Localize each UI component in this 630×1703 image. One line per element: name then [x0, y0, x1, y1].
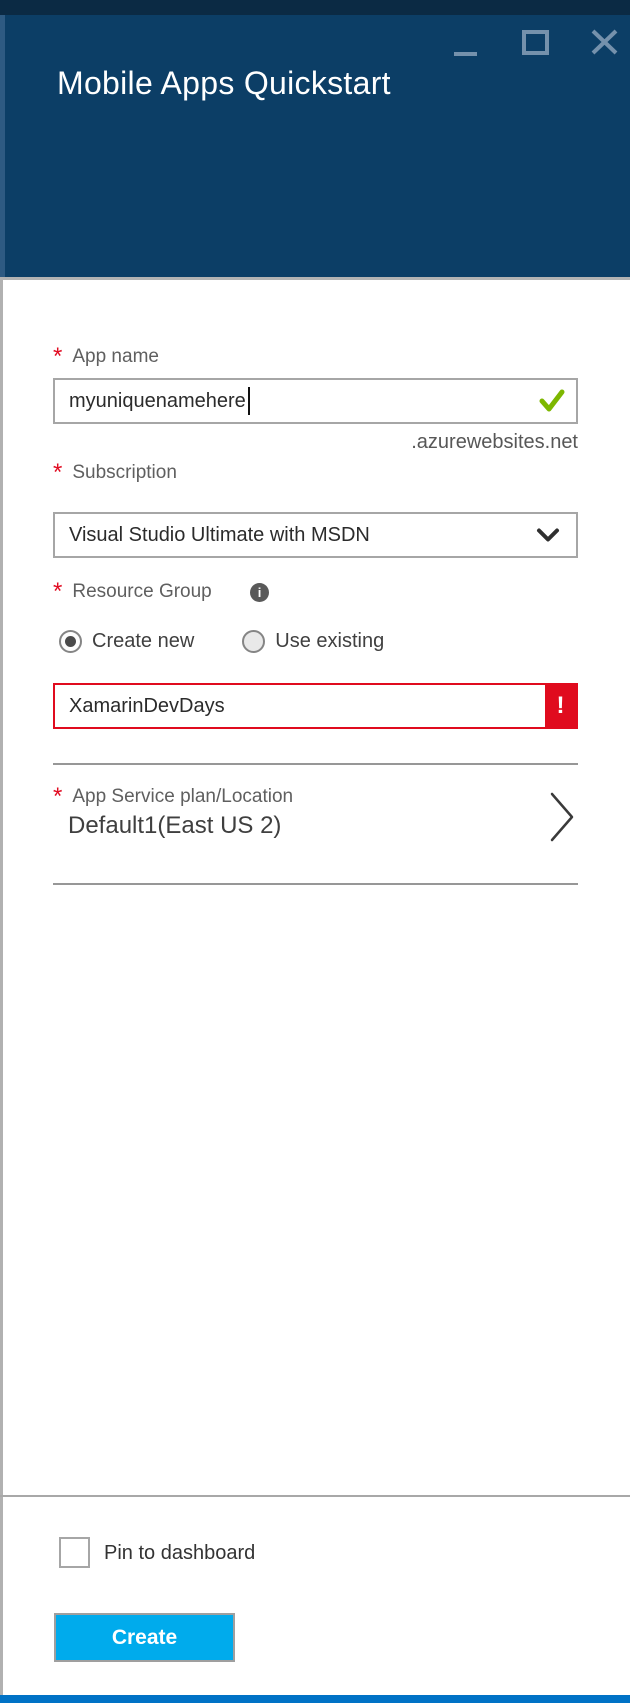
required-marker: *: [53, 789, 62, 805]
required-marker: *: [53, 584, 62, 600]
domain-suffix: .azurewebsites.net: [53, 431, 578, 454]
text-cursor: [248, 387, 250, 415]
radio-use-existing-label: Use existing: [275, 630, 384, 653]
app-service-plan-picker[interactable]: * App Service plan/Location Default1(Eas…: [45, 766, 585, 880]
pin-to-dashboard-checkbox[interactable]: [59, 1537, 90, 1568]
blade-title: Mobile Apps Quickstart: [57, 65, 391, 102]
mobile-apps-quickstart-blade: Mobile Apps Quickstart * App name myuniq…: [0, 0, 630, 1703]
bottom-accent-bar: [0, 1695, 630, 1703]
chevron-down-icon: [536, 528, 560, 543]
pin-to-dashboard-label[interactable]: Pin to dashboard: [104, 1542, 255, 1565]
footer-divider: [0, 1495, 630, 1497]
radio-dot: [65, 636, 76, 647]
app-service-plan-label: * App Service plan/Location: [53, 786, 293, 808]
subscription-select[interactable]: Visual Studio Ultimate with MSDN: [53, 512, 578, 558]
minimize-button[interactable]: [453, 36, 479, 56]
resource-group-label-text: Resource Group: [72, 581, 211, 603]
blade-left-border: [0, 280, 3, 1695]
info-icon[interactable]: i: [250, 583, 269, 602]
radio-unselected-icon: [242, 630, 265, 653]
radio-create-new[interactable]: Create new: [59, 630, 194, 653]
app-name-value: myuniquenamehere: [69, 390, 246, 413]
resource-group-name-value: XamarinDevDays: [69, 695, 225, 718]
top-strip: [0, 0, 630, 15]
subscription-selected-value: Visual Studio Ultimate with MSDN: [69, 524, 370, 547]
required-marker: *: [53, 349, 62, 365]
radio-selected-icon: [59, 630, 82, 653]
section-divider: [53, 883, 578, 885]
app-service-plan-label-text: App Service plan/Location: [72, 786, 293, 808]
required-marker: *: [53, 465, 62, 481]
subscription-label: * Subscription: [53, 462, 177, 484]
minimize-icon: [454, 52, 477, 56]
maximize-button[interactable]: [522, 30, 549, 55]
radio-create-new-label: Create new: [92, 630, 194, 653]
app-name-label-text: App name: [72, 346, 159, 368]
resource-group-radio-group: Create new Use existing: [59, 630, 384, 653]
blade-left-accent: [0, 15, 5, 277]
app-name-label: * App name: [53, 346, 159, 368]
error-exclamation-badge: !: [545, 685, 576, 727]
subscription-label-text: Subscription: [72, 462, 177, 484]
header-divider: [0, 277, 630, 280]
chevron-right-icon: [547, 790, 577, 844]
resource-group-label: * Resource Group: [53, 581, 212, 603]
app-name-input[interactable]: myuniquenamehere: [53, 378, 578, 424]
valid-checkmark-icon: [538, 388, 566, 414]
create-button[interactable]: Create: [54, 1613, 235, 1662]
app-service-plan-value: Default1(East US 2): [68, 812, 281, 840]
section-divider: [53, 763, 578, 765]
close-icon: [591, 29, 618, 55]
close-button[interactable]: [591, 29, 618, 55]
resource-group-name-input[interactable]: XamarinDevDays !: [53, 683, 578, 729]
radio-use-existing[interactable]: Use existing: [242, 630, 384, 653]
